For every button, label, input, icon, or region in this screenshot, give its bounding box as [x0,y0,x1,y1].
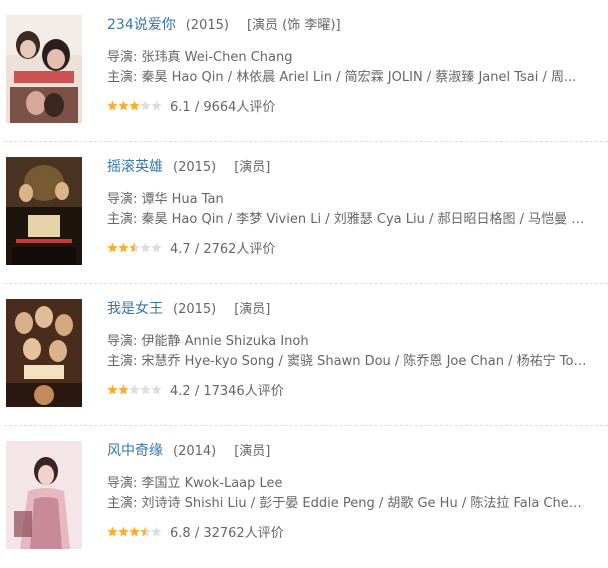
movie-info: 我是女王 (2015) [演员] 导演: 伊能静 Annie Shizuka Ino… [107,298,608,402]
movie-year: (2015) [185,18,229,33]
cast-names: 秦昊 Hao Qin / 林依晨 Ariel Lin / 简宏霖 JOLIN /… [141,70,577,85]
cast-label: 主演: [107,212,142,227]
star-icon [140,100,151,111]
rating-row: 6.8 / 32762人评价 [107,524,608,544]
movie-role: [演员] [234,160,271,175]
movie-year: (2014) [173,444,217,459]
movie-poster[interactable] [6,299,82,407]
star-icon [118,526,129,537]
star-icon [140,242,151,253]
movie-item: 我是女王 (2015) [演员] 导演: 伊能静 Annie Shizuka Ino… [0,284,608,426]
cast-line: 主演: 宋慧乔 Hye-kyo Song / 窦骁 Shawn Dou / 陈乔… [107,352,587,372]
cast-names: 宋慧乔 Hye-kyo Song / 窦骁 Shawn Dou / 陈乔恩 Jo… [141,354,587,369]
rating-slash: / [190,526,204,541]
cast-line: 主演: 秦昊 Hao Qin / 李梦 Vivien Li / 刘雅瑟 Cya … [107,210,587,230]
director-label: 导演: [107,476,142,491]
movie-title-link[interactable]: 风中奇缘 [107,443,163,459]
director-line: 导演: 张玮真 Wei-Chen Chang [107,48,587,68]
movie-year: (2015) [173,302,217,317]
star-icon [151,526,162,537]
director-name: 张玮真 Wei-Chen Chang [141,50,293,65]
director-label: 导演: [107,334,142,349]
movie-role: [演员] [234,444,271,459]
cast-label: 主演: [107,496,142,511]
rating-score: 6.1 [170,100,191,115]
rating-votes: 17346人评价 [203,384,284,399]
star-icon [107,100,118,111]
rating-votes: 32762人评价 [203,526,284,541]
star-icon [118,242,129,253]
poster-image [6,15,82,123]
cast-line: 主演: 秦昊 Hao Qin / 林依晨 Ariel Lin / 简宏霖 JOL… [107,68,587,88]
star-icon [129,384,140,395]
star-icon [118,384,129,395]
star-icon [107,384,118,395]
title-row: 234说爱你 (2015) [演员 (饰 李曜)] [107,14,608,36]
cast-names: 秦昊 Hao Qin / 李梦 Vivien Li / 刘雅瑟 Cya Liu … [141,212,587,227]
cast-label: 主演: [107,354,142,369]
movie-poster[interactable] [6,157,82,265]
rating-score: 4.7 [170,242,191,257]
movie-title-link[interactable]: 摇滚英雄 [107,159,163,175]
rating-row: 4.7 / 2762人评价 [107,240,608,260]
star-icon [140,526,151,537]
rating-row: 6.1 / 9664人评价 [107,98,608,118]
star-icon [129,526,140,537]
movie-title-link[interactable]: 我是女王 [107,301,163,317]
movie-title-link[interactable]: 234说爱你 [107,17,176,33]
rating-score: 4.2 [170,384,191,399]
director-line: 导演: 李国立 Kwok-Laap Lee [107,474,587,494]
movie-item: 风中奇缘 (2014) [演员] 导演: 李国立 Kwok-Laap Lee 主演:… [0,426,608,568]
movie-poster[interactable] [6,441,82,549]
star-icon [151,100,162,111]
movie-info: 摇滚英雄 (2015) [演员] 导演: 谭华 Hua Tan 主演: 秦昊 Hao… [107,156,608,260]
rating-slash: / [190,242,204,257]
rating-votes: 9664人评价 [203,100,276,115]
star-icon [107,242,118,253]
star-rating-icon [107,384,162,395]
cast-line: 主演: 刘诗诗 Shishi Liu / 彭于晏 Eddie Peng / 胡歌… [107,494,587,514]
movie-item: 摇滚英雄 (2015) [演员] 导演: 谭华 Hua Tan 主演: 秦昊 Hao… [0,142,608,284]
director-line: 导演: 伊能静 Annie Shizuka Inoh [107,332,587,352]
movie-item: 234说爱你 (2015) [演员 (饰 李曜)] 导演: 张玮真 Wei-Chen… [0,0,608,142]
movie-role: [演员 (饰 李曜)] [246,18,341,33]
director-line: 导演: 谭华 Hua Tan [107,190,587,210]
star-rating-icon [107,526,162,537]
poster-image [6,299,82,407]
cast-label: 主演: [107,70,142,85]
director-label: 导演: [107,192,142,207]
star-rating-icon [107,242,162,253]
star-icon [151,242,162,253]
poster-image [6,441,82,549]
title-row: 摇滚英雄 (2015) [演员] [107,156,608,178]
title-row: 风中奇缘 (2014) [演员] [107,440,608,462]
star-icon [151,384,162,395]
director-label: 导演: [107,50,142,65]
rating-slash: / [190,100,204,115]
director-name: 谭华 Hua Tan [141,192,224,207]
movie-list: 234说爱你 (2015) [演员 (饰 李曜)] 导演: 张玮真 Wei-Chen… [0,0,608,552]
director-name: 李国立 Kwok-Laap Lee [141,476,283,491]
movie-info: 234说爱你 (2015) [演员 (饰 李曜)] 导演: 张玮真 Wei-Chen… [107,14,608,118]
movie-info: 风中奇缘 (2014) [演员] 导演: 李国立 Kwok-Laap Lee 主演:… [107,440,608,544]
rating-score: 6.8 [170,526,191,541]
star-icon [118,100,129,111]
star-icon [129,100,140,111]
rating-votes: 2762人评价 [203,242,276,257]
movie-role: [演员] [234,302,271,317]
star-icon [129,242,140,253]
star-icon [107,526,118,537]
cast-names: 刘诗诗 Shishi Liu / 彭于晏 Eddie Peng / 胡歌 Ge … [141,496,587,511]
title-row: 我是女王 (2015) [演员] [107,298,608,320]
poster-image [6,157,82,265]
movie-year: (2015) [173,160,217,175]
movie-poster[interactable] [6,15,82,123]
director-name: 伊能静 Annie Shizuka Inoh [141,334,309,349]
rating-row: 4.2 / 17346人评价 [107,382,608,402]
star-icon [140,384,151,395]
rating-slash: / [190,384,204,399]
star-rating-icon [107,100,162,111]
